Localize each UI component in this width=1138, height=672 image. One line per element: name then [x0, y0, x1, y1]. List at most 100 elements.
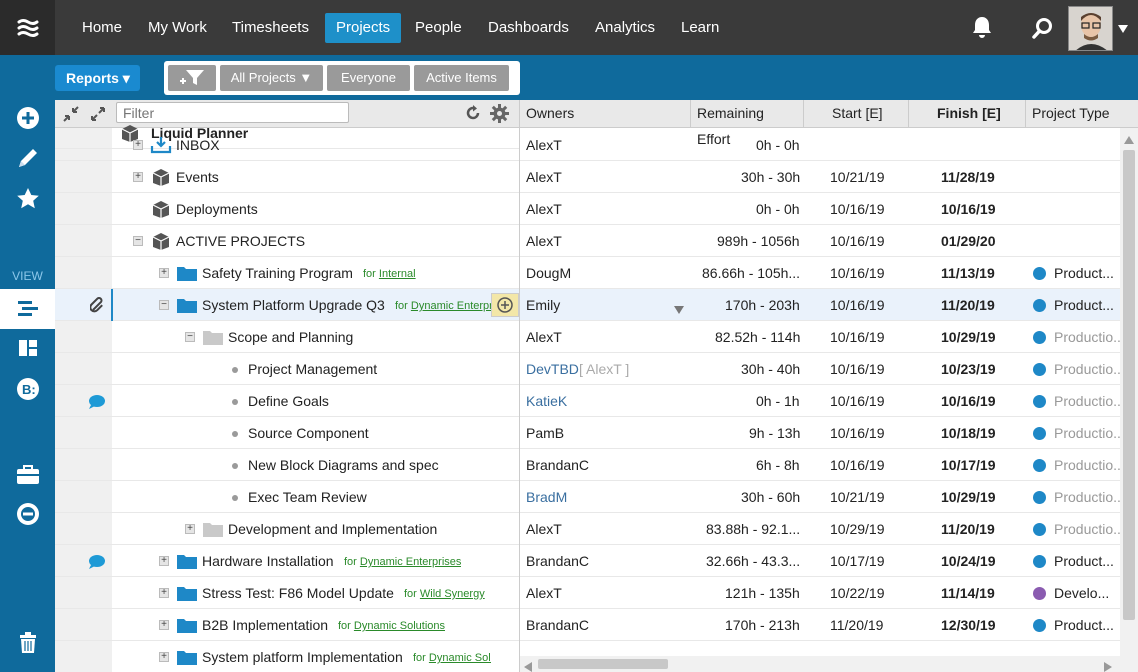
tree-row[interactable]: − ACTIVE PROJECTS — [55, 225, 519, 257]
nav-analytics[interactable]: Analytics — [584, 13, 666, 43]
tree-row[interactable]: New Block Diagrams and spec — [55, 449, 519, 481]
add-circle-icon[interactable] — [0, 103, 55, 133]
client-link[interactable]: Dynamic Soluti — [429, 652, 491, 664]
grid-row[interactable]: AlexT 121h - 135h 10/22/19 11/14/19 Develo..… — [520, 577, 1120, 609]
grid-row[interactable]: AlexT 82.52h - 114h 10/16/19 10/29/19 Produc… — [520, 321, 1125, 353]
user-menu-chevron-down-icon[interactable] — [1117, 22, 1129, 37]
tree-row[interactable]: + Safety Training Program for Internal — [55, 257, 519, 289]
nav-timesheets[interactable]: Timesheets — [221, 13, 320, 43]
tree-row[interactable]: Define Goals — [55, 385, 519, 417]
nav-dashboards[interactable]: Dashboards — [477, 13, 580, 43]
add-item-button[interactable] — [491, 293, 519, 317]
grid-row[interactable]: DevTBD[ AlexT ] 30h - 40h 10/16/19 10/23/19… — [520, 353, 1125, 385]
grid-row[interactable]: KatieK 0h - 1h 10/16/19 10/16/19 Productio..… — [520, 385, 1125, 417]
column-header-project-type[interactable]: Project Type — [1026, 100, 1138, 128]
horizontal-scrollbar[interactable] — [520, 656, 1120, 672]
grid-row[interactable]: AlexT 30h - 30h 10/21/19 11/28/19 — [520, 161, 1120, 193]
collapse-toggle[interactable]: − — [133, 236, 143, 246]
tree-row[interactable]: Project Management — [55, 353, 519, 385]
vertical-scroll-thumb[interactable] — [1123, 150, 1135, 620]
notifications-bell-icon[interactable] — [970, 15, 994, 42]
client-link[interactable]: Dynamic Enterprises — [360, 556, 461, 568]
tree-row[interactable]: Source Component — [55, 417, 519, 449]
grid-row[interactable]: Emily 170h - 203h 10/16/19 11/20/19 Product.… — [520, 289, 1120, 321]
tree-row[interactable]: + Stress Test: F86 Model Update for Wild S… — [55, 577, 519, 609]
tree-row[interactable]: Deployments — [55, 193, 519, 225]
grid-row[interactable]: BrandanC 170h - 213h 11/20/19 12/30/19 Produ… — [520, 609, 1120, 641]
owner-cell[interactable]: AlexT — [526, 585, 562, 601]
tree-row[interactable]: + INBOX — [55, 129, 519, 161]
comment-bubble-icon[interactable] — [88, 554, 106, 573]
comment-bubble-icon[interactable] — [88, 394, 106, 413]
grid-row[interactable]: AlexT 0h - 0h 10/16/19 10/16/19 — [520, 193, 1120, 225]
owner-cell[interactable]: AlexT — [526, 329, 562, 345]
b-badge-icon[interactable]: B: — [0, 374, 55, 404]
all-projects-dropdown[interactable]: All Projects ▼ — [220, 65, 323, 91]
nav-home[interactable]: Home — [71, 13, 133, 43]
tree-row[interactable]: − System Platform Upgrade Q3 for Dynamic E… — [55, 289, 519, 321]
client-link[interactable]: Dynamic Enterpr — [411, 300, 491, 312]
column-header-remaining-effort[interactable]: Remaining Effort — [691, 100, 804, 147]
owner-cell[interactable]: KatieK — [526, 393, 567, 409]
tree-row[interactable]: + Events — [55, 161, 519, 193]
reports-button[interactable]: Reports ▾ — [55, 65, 140, 91]
tree-row[interactable]: + Hardware Installation for Dynamic Enterp… — [55, 545, 519, 577]
board-view-icon[interactable] — [0, 333, 55, 363]
briefcase-icon[interactable] — [0, 459, 55, 489]
owner-cell[interactable]: BrandanC — [526, 457, 589, 473]
expand-toggle[interactable]: + — [159, 556, 169, 566]
column-header-start[interactable]: Start [E] — [804, 100, 909, 128]
grid-row[interactable]: AlexT 0h - 0h — [520, 129, 1120, 161]
nav-people[interactable]: People — [404, 13, 473, 43]
active-items-filter-button[interactable]: Active Items — [414, 65, 509, 91]
horizontal-scroll-thumb[interactable] — [538, 659, 668, 669]
grid-row[interactable]: DougM 86.66h - 105h... 10/16/19 11/13/19 Pro… — [520, 257, 1120, 289]
owner-cell[interactable]: AlexT — [526, 137, 562, 153]
collapse-toggle[interactable]: − — [159, 300, 169, 310]
trash-icon[interactable] — [0, 628, 55, 658]
owner-cell[interactable]: BradM — [526, 489, 567, 505]
tree-view-icon[interactable] — [0, 289, 55, 329]
grid-row[interactable]: BradM 30h - 60h 10/21/19 10/29/19 Productio.… — [520, 481, 1125, 513]
expand-toggle[interactable]: + — [133, 140, 143, 150]
grid-row[interactable]: AlexT 83.88h - 92.1... 10/29/19 11/20/19 Pro… — [520, 513, 1125, 545]
expand-toggle[interactable]: + — [185, 524, 195, 534]
expand-toggle[interactable]: + — [159, 268, 169, 278]
tree-row[interactable]: + Development and Implementation — [55, 513, 519, 545]
column-header-finish[interactable]: Finish [E] — [909, 100, 1026, 128]
owner-cell[interactable]: PamB — [526, 425, 564, 441]
nav-learn[interactable]: Learn — [670, 13, 730, 43]
owner-cell[interactable]: AlexT — [526, 521, 562, 537]
tree-row[interactable]: + B2B Implementation for Dynamic Solutions — [55, 609, 519, 641]
owner-cell[interactable]: AlexT — [526, 233, 562, 249]
collapse-toggle[interactable]: − — [185, 332, 195, 342]
tree-row[interactable]: + System platform Implementation for Dynam… — [55, 641, 519, 672]
app-logo-icon[interactable] — [0, 0, 55, 55]
expand-toggle[interactable]: + — [159, 620, 169, 630]
owner-cell[interactable]: BrandanC — [526, 553, 589, 569]
owner-cell[interactable]: DevTBD — [526, 361, 579, 377]
client-link[interactable]: Internal — [379, 268, 416, 280]
grid-row[interactable]: BrandanC 6h - 8h 10/16/19 10/17/19 Productio… — [520, 449, 1125, 481]
grid-row[interactable]: PamB 9h - 13h 10/16/19 10/18/19 Productio... — [520, 417, 1125, 449]
link-pin-icon[interactable] — [89, 297, 104, 316]
grid-row[interactable]: AlexT 989h - 1056h 10/16/19 01/29/20 — [520, 225, 1120, 257]
owner-cell[interactable]: AlexT — [526, 169, 562, 185]
everyone-filter-button[interactable]: Everyone — [327, 65, 410, 91]
expand-toggle[interactable]: + — [159, 588, 169, 598]
scroll-up-arrow-icon[interactable] — [1124, 132, 1134, 147]
tree-row[interactable]: Exec Team Review — [55, 481, 519, 513]
owner-dropdown-chevron-down-icon[interactable] — [674, 302, 684, 317]
client-link[interactable]: Dynamic Solutions — [354, 620, 445, 632]
tree-row[interactable]: − Scope and Planning — [55, 321, 519, 353]
owner-cell[interactable]: BrandanC — [526, 617, 589, 633]
nav-projects[interactable]: Projects — [325, 13, 402, 43]
scroll-left-arrow-icon[interactable] — [524, 660, 532, 672]
owner-cell[interactable]: AlexT — [526, 201, 562, 217]
nav-my-work[interactable]: My Work — [137, 13, 218, 43]
search-icon[interactable] — [1031, 16, 1055, 43]
user-avatar[interactable] — [1068, 6, 1113, 51]
vertical-scrollbar[interactable] — [1120, 128, 1138, 672]
pencil-icon[interactable] — [0, 143, 55, 173]
expand-toggle[interactable]: + — [133, 172, 143, 182]
